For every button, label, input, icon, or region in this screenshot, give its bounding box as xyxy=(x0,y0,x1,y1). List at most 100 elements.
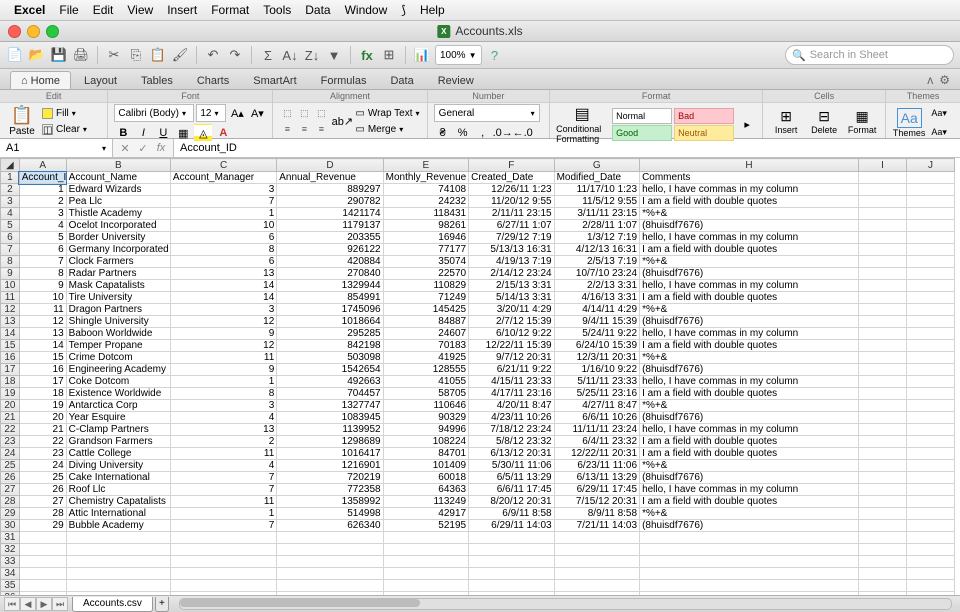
row-header[interactable]: 36 xyxy=(1,592,20,596)
cell[interactable] xyxy=(859,340,907,352)
row-header[interactable]: 10 xyxy=(1,280,20,292)
cell[interactable]: 772358 xyxy=(277,484,383,496)
menu-tools[interactable]: Tools xyxy=(263,3,291,17)
cell[interactable]: 12/26/11 1:23 xyxy=(469,184,554,196)
cell[interactable]: 11/20/12 9:55 xyxy=(469,196,554,208)
cell[interactable]: hello, I have commas in my column xyxy=(640,184,859,196)
format-cells-button[interactable]: ▦Format xyxy=(845,107,879,135)
cell[interactable]: (8huisdf7676) xyxy=(640,412,859,424)
cell[interactable]: 270840 xyxy=(277,268,383,280)
font-size-dropdown[interactable]: 12▾ xyxy=(196,104,226,122)
cell[interactable]: 6/27/11 1:07 xyxy=(469,220,554,232)
cell[interactable]: 4/14/11 4:29 xyxy=(554,304,639,316)
redo-icon[interactable]: ↷ xyxy=(226,46,244,64)
cell[interactable]: 70183 xyxy=(383,340,468,352)
cell[interactable]: Grandson Farmers xyxy=(66,436,170,448)
cell[interactable]: 24232 xyxy=(383,196,468,208)
row-header[interactable]: 24 xyxy=(1,448,20,460)
cell[interactable] xyxy=(859,352,907,364)
cell[interactable]: 2 xyxy=(19,196,66,208)
row-header[interactable]: 33 xyxy=(1,556,20,568)
cell[interactable]: 10 xyxy=(19,292,66,304)
cell[interactable]: 5/8/12 23:32 xyxy=(469,436,554,448)
align-top-icon[interactable]: ⬚ xyxy=(279,106,295,121)
row-header[interactable]: 15 xyxy=(1,340,20,352)
cell[interactable]: 24607 xyxy=(383,328,468,340)
column-header[interactable]: B xyxy=(66,159,170,172)
cell[interactable] xyxy=(859,496,907,508)
cell[interactable]: Annual_Revenue xyxy=(277,172,383,184)
cell[interactable]: 12/3/11 20:31 xyxy=(554,352,639,364)
cell[interactable] xyxy=(906,532,954,544)
number-format-dropdown[interactable]: General▾ xyxy=(434,104,540,122)
cell[interactable]: 4/16/13 3:31 xyxy=(554,292,639,304)
cell[interactable]: 720219 xyxy=(277,472,383,484)
cell[interactable] xyxy=(66,592,170,596)
row-header[interactable]: 30 xyxy=(1,520,20,532)
cell[interactable] xyxy=(859,556,907,568)
cell[interactable]: 6/23/11 11:06 xyxy=(554,460,639,472)
merge-button[interactable]: ▭ Merge ▾ xyxy=(355,122,419,137)
zoom-dropdown[interactable]: 100%▼ xyxy=(435,45,482,65)
cell[interactable]: *%+& xyxy=(640,400,859,412)
cell[interactable] xyxy=(906,592,954,596)
collapse-ribbon-icon[interactable]: ʌ xyxy=(927,73,933,87)
cell[interactable] xyxy=(906,172,954,184)
open-icon[interactable]: 📂 xyxy=(28,46,46,64)
row-header[interactable]: 25 xyxy=(1,460,20,472)
cell[interactable] xyxy=(859,196,907,208)
tab-smartart[interactable]: SmartArt xyxy=(242,71,307,89)
cell[interactable]: *%+& xyxy=(640,352,859,364)
cell[interactable]: Bubble Academy xyxy=(66,520,170,532)
cell[interactable]: 4/23/11 10:26 xyxy=(469,412,554,424)
wrap-text-button[interactable]: ▭ Wrap Text ▾ xyxy=(355,106,419,121)
cell[interactable]: I am a field with double quotes xyxy=(640,388,859,400)
cell[interactable]: Germany Incorporated xyxy=(66,244,170,256)
cell[interactable]: 60018 xyxy=(383,472,468,484)
styles-more-icon[interactable]: ▸ xyxy=(738,108,756,140)
cell[interactable] xyxy=(906,196,954,208)
cell[interactable]: 926122 xyxy=(277,244,383,256)
cell[interactable]: 8/9/11 8:58 xyxy=(554,508,639,520)
undo-icon[interactable]: ↶ xyxy=(204,46,222,64)
font-name-dropdown[interactable]: Calibri (Body)▾ xyxy=(114,104,194,122)
cell[interactable]: (8huisdf7676) xyxy=(640,316,859,328)
cell[interactable] xyxy=(906,472,954,484)
fill-button[interactable]: Fill▾ xyxy=(42,106,87,121)
cell[interactable]: 1139952 xyxy=(277,424,383,436)
cell[interactable]: 10 xyxy=(170,220,276,232)
row-header[interactable]: 34 xyxy=(1,568,20,580)
cell[interactable] xyxy=(906,580,954,592)
menu-edit[interactable]: Edit xyxy=(93,3,114,17)
cell[interactable] xyxy=(906,208,954,220)
align-bottom-icon[interactable]: ⬚ xyxy=(313,106,329,121)
cell[interactable] xyxy=(859,592,907,596)
cell[interactable] xyxy=(859,460,907,472)
cell[interactable]: hello, I have commas in my column xyxy=(640,376,859,388)
cell[interactable] xyxy=(906,184,954,196)
column-header[interactable]: E xyxy=(383,159,468,172)
zoom-window-button[interactable] xyxy=(46,25,59,38)
cell[interactable]: Shingle University xyxy=(66,316,170,328)
close-window-button[interactable] xyxy=(8,25,21,38)
cell[interactable]: Account_Manager xyxy=(170,172,276,184)
cell[interactable] xyxy=(383,592,468,596)
cell[interactable]: 2/11/11 23:15 xyxy=(469,208,554,220)
row-header[interactable]: 23 xyxy=(1,436,20,448)
cell[interactable]: Account_ID xyxy=(19,172,66,184)
tab-home[interactable]: Home xyxy=(10,71,71,89)
cell[interactable]: hello, I have commas in my column xyxy=(640,232,859,244)
cell[interactable]: 4/20/11 8:47 xyxy=(469,400,554,412)
cell[interactable]: 16 xyxy=(19,364,66,376)
cell[interactable]: Pea Llc xyxy=(66,196,170,208)
cell[interactable]: 6/21/11 9:22 xyxy=(469,364,554,376)
cell[interactable]: Temper Propane xyxy=(66,340,170,352)
cell[interactable]: 1018664 xyxy=(277,316,383,328)
cell[interactable]: 1179137 xyxy=(277,220,383,232)
cell[interactable]: 889297 xyxy=(277,184,383,196)
cell[interactable]: Crime Dotcom xyxy=(66,352,170,364)
row-header[interactable]: 19 xyxy=(1,388,20,400)
cell[interactable] xyxy=(640,544,859,556)
cell[interactable]: *%+& xyxy=(640,304,859,316)
cell[interactable]: 1016417 xyxy=(277,448,383,460)
